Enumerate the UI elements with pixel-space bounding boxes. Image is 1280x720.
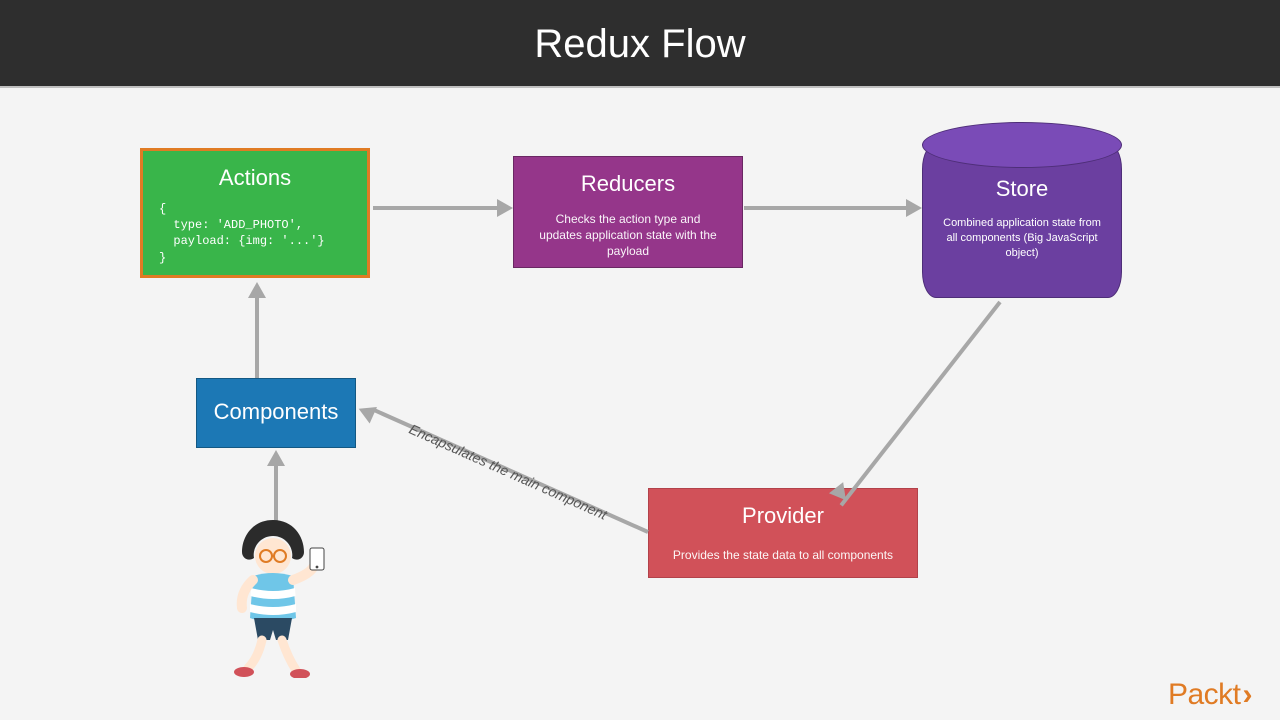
node-provider: Provider Provides the state data to all …	[648, 488, 918, 578]
node-store-title: Store	[941, 176, 1103, 202]
arrowhead-provider-components	[355, 401, 377, 424]
user-illustration	[218, 518, 328, 678]
edge-label-provider-components: Encapsulates the main component	[407, 421, 610, 523]
page-title: Redux Flow	[0, 0, 1280, 88]
arrowhead-user-components	[267, 450, 285, 466]
node-reducers-desc: Checks the action type and updates appli…	[538, 211, 718, 260]
node-provider-desc: Provides the state data to all component…	[671, 547, 895, 563]
node-reducers-title: Reducers	[538, 171, 718, 197]
node-provider-title: Provider	[671, 503, 895, 529]
node-components-title: Components	[207, 399, 345, 425]
arrowhead-actions-reducers	[497, 199, 513, 217]
node-components: Components	[196, 378, 356, 448]
arrow-components-actions	[255, 298, 259, 378]
arrowhead-components-actions	[248, 282, 266, 298]
node-store: Store Combined application state from al…	[922, 143, 1122, 298]
node-actions: Actions { type: 'ADD_PHOTO', payload: {i…	[140, 148, 370, 278]
node-reducers: Reducers Checks the action type and upda…	[513, 156, 743, 268]
arrow-store-provider	[840, 301, 1002, 507]
brand-text: Packt	[1168, 678, 1241, 711]
arrow-reducers-store	[744, 206, 906, 210]
node-actions-title: Actions	[159, 165, 351, 191]
brand-logo: Packt›	[1168, 678, 1252, 712]
node-actions-code: { type: 'ADD_PHOTO', payload: {img: '...…	[159, 201, 351, 266]
arrowhead-reducers-store	[906, 199, 922, 217]
arrow-actions-reducers	[373, 206, 497, 210]
person-phone-icon	[218, 518, 328, 678]
node-store-desc: Combined application state from all comp…	[941, 216, 1103, 261]
arrow-user-components	[274, 466, 278, 524]
brand-caret-icon: ›	[1243, 678, 1253, 711]
diagram-canvas: Actions { type: 'ADD_PHOTO', payload: {i…	[0, 88, 1280, 720]
